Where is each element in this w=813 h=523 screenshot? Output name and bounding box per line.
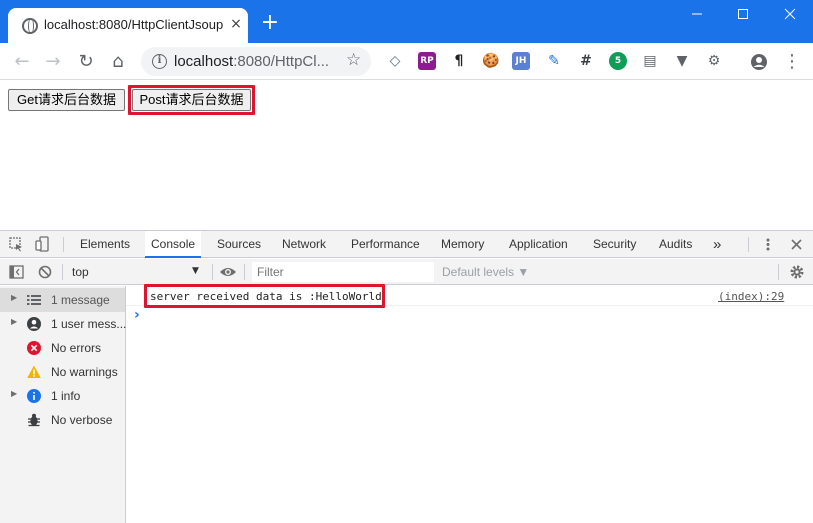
title-bar: localhost:8080/HttpClientJsoup × + — [0, 0, 813, 43]
highlight-box-post — [128, 85, 255, 115]
sidebar-item-label: No verbose — [51, 413, 113, 427]
tab-application[interactable]: Application — [509, 231, 568, 258]
pilcrow-icon[interactable]: ¶ — [450, 52, 468, 70]
tab-close-button[interactable]: × — [228, 16, 244, 32]
jh-extension-icon[interactable]: JH — [512, 52, 530, 70]
inspect-element-icon[interactable] — [9, 237, 24, 252]
browser-tab[interactable]: localhost:8080/HttpClientJsoup × — [8, 8, 248, 43]
tab-elements[interactable]: Elements — [80, 231, 130, 258]
badge-extension-icon[interactable]: 5 — [609, 52, 627, 70]
get-request-button[interactable]: Get请求后台数据 — [8, 89, 125, 111]
context-dropdown-icon: ▼ — [192, 266, 199, 276]
tab-security[interactable]: Security — [593, 231, 636, 258]
console-settings-gear-icon[interactable] — [789, 264, 805, 280]
bar-divider — [244, 264, 245, 280]
close-devtools-icon[interactable] — [791, 239, 802, 250]
device-toolbar-icon[interactable] — [35, 236, 50, 252]
avatar-icon — [751, 54, 767, 70]
highlight-box-log — [144, 284, 385, 308]
close-icon — [784, 8, 796, 20]
new-tab-button[interactable]: + — [258, 12, 282, 36]
expand-arrow-icon[interactable]: ▶ — [11, 389, 17, 398]
bookmark-star-icon[interactable]: ☆ — [346, 50, 361, 70]
sidebar-item-warnings[interactable]: No warnings — [0, 360, 125, 384]
sidebar-item-label: No errors — [51, 341, 102, 355]
console-filter-input[interactable] — [252, 262, 434, 282]
maximize-icon — [738, 9, 748, 19]
devtools-menu-icon[interactable] — [764, 237, 772, 252]
tab-performance[interactable]: Performance — [351, 231, 420, 258]
profile-button[interactable] — [747, 50, 771, 74]
info-icon[interactable]: i — [152, 54, 167, 69]
sidebar-item-label: 1 info — [51, 389, 81, 403]
clear-console-icon[interactable] — [38, 265, 52, 279]
user-icon — [27, 317, 41, 331]
minimize-button[interactable] — [674, 0, 720, 32]
bar-divider — [778, 264, 779, 280]
devtools-panel: Elements Console Sources Network Perform… — [0, 230, 813, 523]
eye-icon[interactable] — [219, 266, 237, 278]
console-input[interactable] — [148, 308, 808, 324]
expand-arrow-icon[interactable]: ▶ — [11, 317, 17, 326]
browser-menu-button[interactable]: ⋮ — [780, 50, 804, 74]
page-extension-icon[interactable]: ▤ — [641, 52, 659, 70]
bug-icon — [28, 413, 40, 427]
home-button[interactable]: ⌂ — [106, 50, 130, 74]
log-levels-dropdown[interactable]: Default levels ▼ — [442, 265, 529, 279]
warning-icon — [27, 365, 41, 378]
aws-icon[interactable]: ◇ — [386, 52, 404, 70]
devtools-tab-bar: Elements Console Sources Network Perform… — [0, 231, 813, 258]
tab-sources[interactable]: Sources — [217, 231, 261, 258]
cookie-icon[interactable]: 🍪 — [482, 52, 500, 70]
tab-audits[interactable]: Audits — [659, 231, 692, 258]
minimize-icon — [692, 13, 702, 15]
bar-divider — [62, 264, 63, 280]
gear-extension-icon[interactable]: ⚙ — [705, 52, 723, 70]
url-path: :8080/HttpCl... — [233, 53, 330, 70]
error-icon — [27, 341, 41, 355]
rp-extension-icon[interactable]: RP — [418, 52, 436, 70]
hash-icon[interactable]: # — [577, 52, 595, 70]
url-host: localhost — [174, 53, 234, 70]
sidebar-item-user-messages[interactable]: ▶ 1 user mess... — [0, 312, 127, 336]
tab-divider — [748, 237, 749, 252]
sidebar-item-label: 1 message — [51, 293, 110, 307]
globe-icon — [22, 18, 38, 34]
console-sidebar: ▶ 1 message ▶ 1 user mess... No errors N… — [0, 286, 126, 523]
tab-memory[interactable]: Memory — [441, 231, 484, 258]
context-label: top — [72, 265, 89, 279]
tab-console[interactable]: Console — [145, 231, 202, 258]
context-selector[interactable]: top ▼ — [66, 262, 206, 282]
sidebar-item-label: No warnings — [51, 365, 118, 379]
tab-divider — [63, 237, 64, 252]
tab-network[interactable]: Network — [282, 231, 326, 258]
reload-button[interactable]: ↻ — [74, 50, 98, 74]
sidebar-item-verbose[interactable]: No verbose — [0, 408, 125, 432]
sidebar-item-info[interactable]: ▶ 1 info — [0, 384, 125, 408]
console-output: server received data is :HelloWorld (ind… — [126, 286, 813, 523]
forward-button[interactable]: → — [41, 50, 65, 74]
sidebar-toggle-icon[interactable] — [9, 265, 24, 279]
notes-icon[interactable]: ✎ — [545, 52, 563, 70]
list-icon — [27, 295, 41, 305]
console-toolbar: top ▼ Default levels ▼ — [0, 259, 813, 285]
close-window-button[interactable] — [767, 0, 813, 32]
console-prompt-icon: › — [134, 307, 140, 323]
sidebar-item-messages[interactable]: ▶ 1 message — [0, 288, 125, 312]
sidebar-item-label: 1 user mess... — [51, 317, 127, 331]
maximize-button[interactable] — [720, 0, 766, 32]
info-circle-icon — [27, 389, 41, 403]
bar-divider — [212, 264, 213, 280]
tab-title: localhost:8080/HttpClientJsoup — [44, 17, 224, 32]
expand-arrow-icon[interactable]: ▶ — [11, 293, 17, 302]
more-tabs-button[interactable]: » — [713, 231, 721, 258]
log-source-link[interactable]: (index):29 — [718, 290, 784, 303]
sidebar-item-errors[interactable]: No errors — [0, 336, 125, 360]
url-text[interactable]: localhost:8080/HttpCl... — [174, 53, 339, 71]
browser-toolbar: ← → ↻ ⌂ i localhost:8080/HttpCl... ☆ ◇ RP… — [0, 43, 813, 80]
vue-icon[interactable]: ▼ — [673, 52, 691, 70]
back-button[interactable]: ← — [10, 50, 34, 74]
address-bar[interactable]: i localhost:8080/HttpCl... ☆ — [141, 47, 371, 76]
